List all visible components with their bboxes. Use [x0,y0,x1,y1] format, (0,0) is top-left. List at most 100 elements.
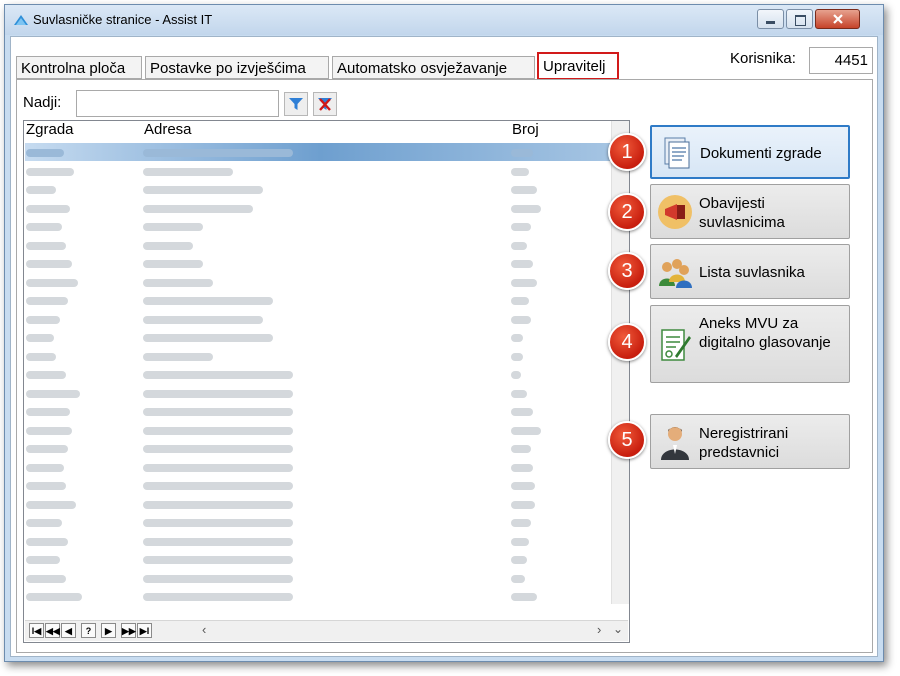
column-header-adresa[interactable]: Adresa [144,121,192,138]
redacted-cell [143,519,293,527]
redacted-cell [143,352,213,361]
apply-filter-button[interactable] [284,92,308,116]
neregistrirani-predstavnici-button[interactable]: Neregistrirani predstavnici [650,414,850,469]
close-button[interactable] [815,9,860,29]
maximize-button[interactable] [786,9,813,29]
redacted-cell [26,315,60,324]
step-badge-4: 4 [608,323,646,361]
last-record-button[interactable]: ▶I [137,623,152,638]
next-page-button[interactable]: ▶▶ [121,623,136,638]
redacted-cell [143,371,293,379]
redacted-cell [511,371,521,379]
table-row[interactable] [25,458,615,476]
table-row[interactable] [25,513,615,531]
table-row[interactable] [25,587,615,605]
table-row[interactable] [25,476,615,494]
table-row[interactable] [25,550,615,568]
redacted-cell [26,371,66,379]
redacted-cell [511,278,537,287]
help-button[interactable]: ? [81,623,96,638]
redacted-cell [143,408,293,416]
redacted-cell [511,334,523,342]
table-row[interactable] [25,569,615,587]
table-row[interactable] [25,180,615,198]
table-row[interactable] [25,384,615,402]
redacted-cell [511,556,527,564]
column-header-broj[interactable]: Broj [512,121,539,138]
redacted-cell [511,149,533,157]
redacted-cell [26,463,64,472]
redacted-cell [143,445,293,453]
redacted-cell [26,519,62,527]
redacted-cell [26,186,56,194]
next-record-button[interactable]: ▶ [101,623,116,638]
dokumenti-zgrade-button[interactable]: Dokumenti zgrade [650,125,850,179]
redacted-cell [26,389,80,398]
table-row[interactable] [25,495,615,513]
redacted-cell [143,315,263,324]
scroll-down-icon[interactable]: ⌄ [613,622,623,636]
scroll-left-icon[interactable]: ‹ [202,622,206,637]
redacted-cell [511,167,529,176]
close-icon [833,14,843,24]
tab-upravitelj[interactable]: Upravitelj [537,52,619,80]
first-record-button[interactable]: I◀ [29,623,44,638]
tab-postavke-po-izvjescima[interactable]: Postavke po izvješćima [145,56,329,79]
lista-suvlasnika-label: Lista suvlasnika [699,264,805,281]
table-row[interactable] [25,402,615,420]
contract-icon [661,329,691,361]
table-row[interactable] [25,532,615,550]
tab-kontrolna-ploca[interactable]: Kontrolna ploča [16,56,142,79]
buildings-grid[interactable]: Zgrada Adresa Broj I◀ ◀◀ ◀ ? ▶ ▶▶ ▶I ‹ ›… [23,120,630,643]
column-header-zgrada[interactable]: Zgrada [26,121,74,138]
table-row[interactable] [25,162,615,180]
redacted-cell [511,574,525,583]
minimize-icon [766,21,775,24]
scroll-right-icon[interactable]: › [597,622,601,637]
table-row[interactable] [25,217,615,235]
previous-page-button[interactable]: ◀◀ [45,623,60,638]
table-row[interactable] [25,421,615,439]
step-badge-1: 1 [608,133,646,171]
obavijesti-suvlasnicima-button[interactable]: Obavijesti suvlasnicima [650,184,850,239]
redacted-cell [143,593,293,601]
redacted-cell [143,463,293,472]
redacted-cell [511,482,535,490]
redacted-cell [143,537,293,546]
table-row[interactable] [25,365,615,383]
table-row[interactable] [25,236,615,254]
minimize-button[interactable] [757,9,784,29]
redacted-cell [26,334,54,342]
neregistrirani-predstavnici-label: Neregistrirani predstavnici [699,425,789,461]
title-bar[interactable]: Suvlasničke stranice - Assist IT [5,5,883,35]
record-navigator: I◀ ◀◀ ◀ ? ▶ ▶▶ ▶I ‹ › ⌄ [25,620,628,641]
last-record-icon: ▶I [139,626,150,636]
table-row[interactable] [25,199,615,217]
redacted-cell [511,426,541,435]
table-row[interactable] [25,143,615,161]
clear-filter-button[interactable] [313,92,337,116]
people-icon [659,259,692,288]
previous-record-button[interactable]: ◀ [61,623,76,638]
redacted-cell [511,352,523,361]
lista-suvlasnika-button[interactable]: Lista suvlasnika [650,244,850,299]
representative-icon [661,427,689,460]
redacted-cell [511,223,531,231]
aneks-mvu-button[interactable]: Aneks MVU za digitalno glasovanje [650,305,850,383]
redacted-cell [511,463,533,472]
table-row[interactable] [25,310,615,328]
next-page-icon: ▶▶ [122,626,136,636]
table-row[interactable] [25,439,615,457]
first-record-icon: I◀ [31,626,42,636]
redacted-cell [26,352,56,361]
table-row[interactable] [25,273,615,291]
redacted-cell [143,223,203,231]
tab-automatsko-osvjezavanje[interactable]: Automatsko osvježavanje [332,56,535,79]
table-row[interactable] [25,328,615,346]
search-input[interactable] [76,90,279,117]
table-row[interactable] [25,347,615,365]
table-row[interactable] [25,291,615,309]
table-row[interactable] [25,254,615,272]
redacted-cell [511,204,541,213]
redacted-cell [26,241,66,250]
